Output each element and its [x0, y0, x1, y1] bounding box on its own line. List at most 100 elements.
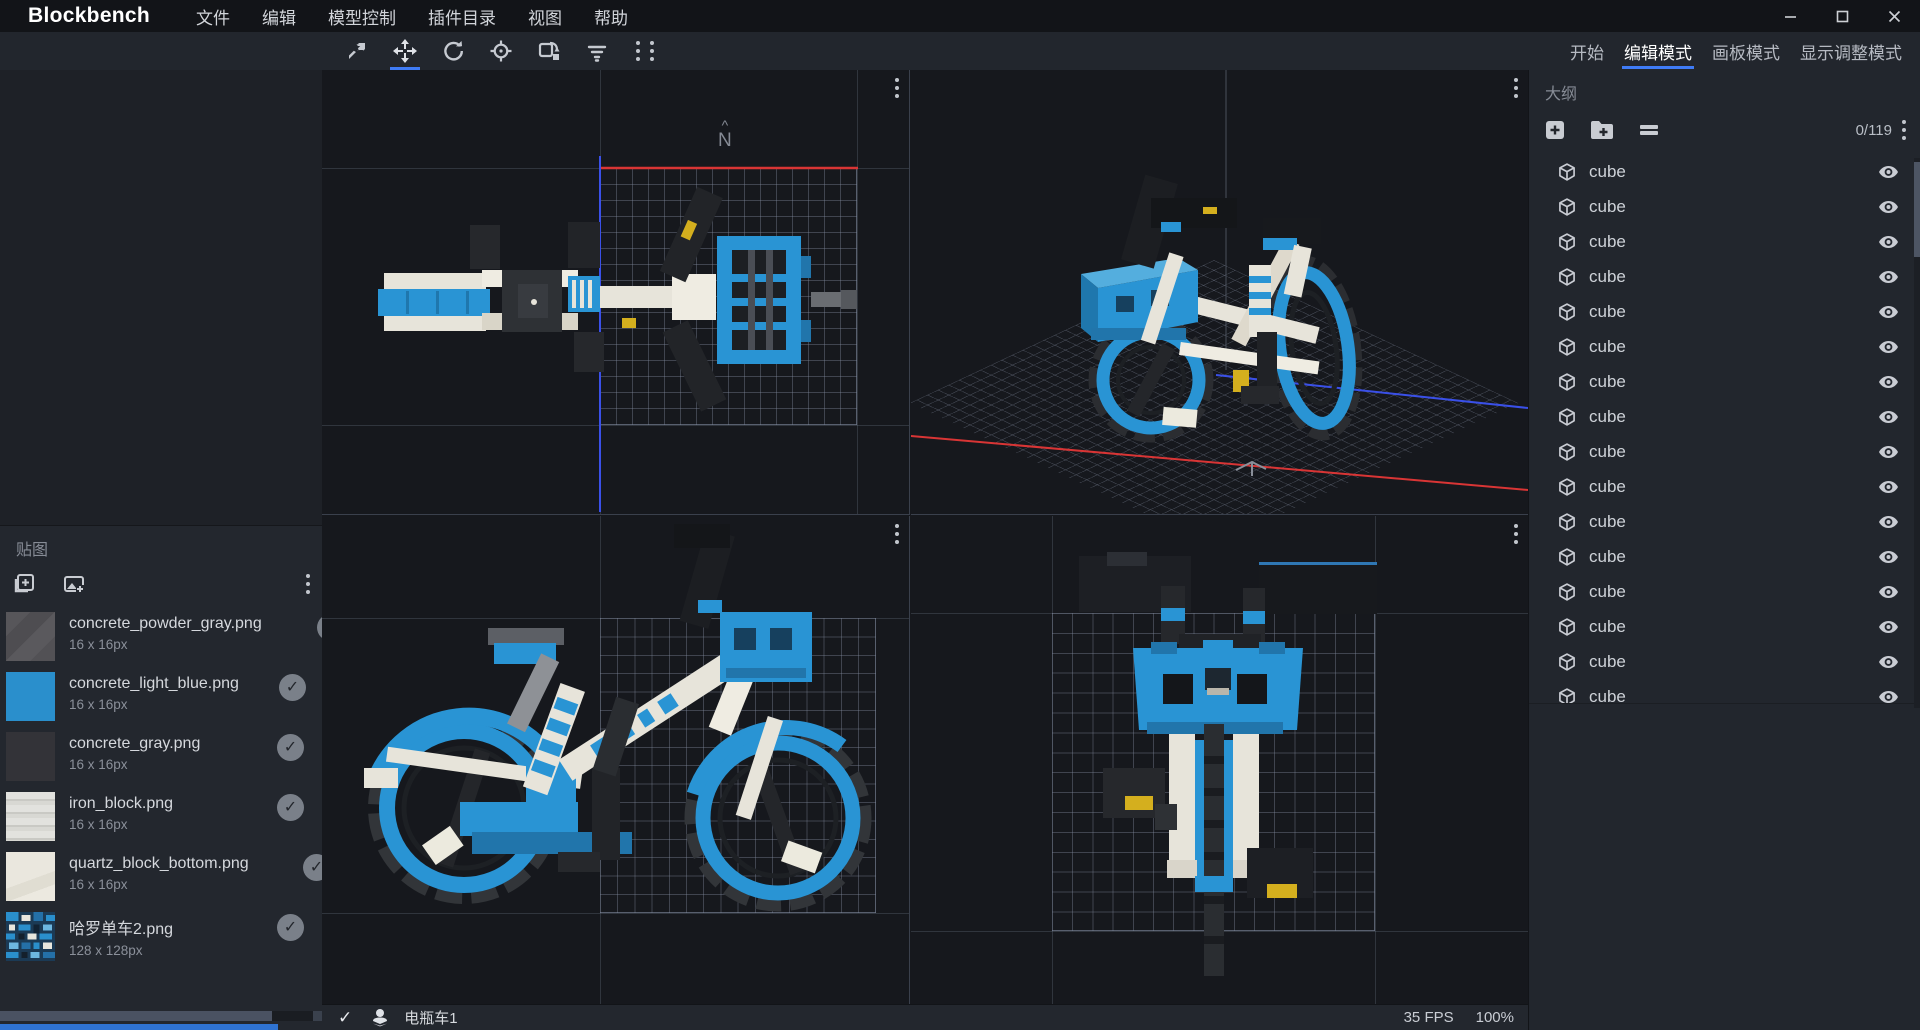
visibility-eye-icon[interactable] — [1879, 655, 1898, 669]
pivot-tool-button[interactable] — [484, 32, 518, 70]
filter-tool-button[interactable] — [580, 32, 614, 70]
visibility-eye-icon[interactable] — [1879, 690, 1898, 704]
texture-enabled-check[interactable]: ✓ — [277, 734, 304, 761]
texture-row[interactable]: concrete_gray.png 16 x 16px ✓ — [0, 726, 322, 786]
visibility-eye-icon[interactable] — [1879, 515, 1898, 529]
tab-display-mode[interactable]: 显示调整模式 — [1790, 32, 1912, 70]
close-button[interactable] — [1868, 0, 1920, 32]
texture-enabled-check[interactable]: ✓ — [277, 794, 304, 821]
outliner-row[interactable]: cube — [1529, 329, 1920, 364]
viewport-menu-dots[interactable] — [1514, 524, 1518, 544]
menu-plugins[interactable]: 插件目录 — [412, 1, 512, 32]
visibility-eye-icon[interactable] — [1879, 235, 1898, 249]
visibility-eye-icon[interactable] — [1879, 410, 1898, 424]
add-group-button[interactable] — [1589, 118, 1615, 142]
texture-row[interactable]: concrete_light_blue.png 16 x 16px ✓ — [0, 666, 322, 726]
texture-row[interactable]: concrete_powder_gray.png 16 x 16px ✓ — [0, 606, 322, 666]
menu-help[interactable]: 帮助 — [578, 1, 644, 32]
outliner-row[interactable]: cube — [1529, 364, 1920, 399]
perspective-render — [911, 70, 1528, 515]
outliner-row[interactable]: cube — [1529, 539, 1920, 574]
drag-handle-icon — [650, 41, 654, 61]
visibility-eye-icon[interactable] — [1879, 200, 1898, 214]
tab-edit-mode[interactable]: 编辑模式 — [1614, 32, 1702, 70]
outliner-row[interactable]: cube — [1529, 644, 1920, 679]
validation-check-icon[interactable]: ✓ — [338, 1008, 352, 1028]
create-texture-button[interactable] — [62, 572, 86, 596]
move-tool-button[interactable] — [388, 32, 422, 70]
import-texture-button[interactable] — [12, 572, 36, 596]
viewport-menu-dots[interactable] — [1514, 78, 1518, 98]
outliner-row[interactable]: cube — [1529, 224, 1920, 259]
add-cube-button[interactable] — [1543, 118, 1567, 142]
texture-enabled-check[interactable]: ✓ — [277, 914, 304, 941]
maximize-button[interactable] — [1816, 0, 1868, 32]
visibility-eye-icon[interactable] — [1879, 480, 1898, 494]
status-bar: ✓ 电瓶车1 35 FPS 100% — [322, 1004, 1528, 1030]
outliner-row[interactable]: cube — [1529, 609, 1920, 644]
menu-edit[interactable]: 编辑 — [246, 1, 312, 32]
texture-row[interactable]: iron_block.png 16 x 16px ✓ — [0, 786, 322, 846]
outliner-row[interactable]: cube — [1529, 189, 1920, 224]
outliner-row[interactable]: cube — [1529, 294, 1920, 329]
panel-resize-handle[interactable] — [0, 1024, 278, 1030]
cube-label: cube — [1589, 162, 1626, 182]
tab-start[interactable]: 开始 — [1560, 32, 1614, 70]
visibility-eye-icon[interactable] — [1879, 305, 1898, 319]
textures-horizontal-scrollbar[interactable] — [0, 1011, 322, 1021]
rotate-tool-button[interactable] — [436, 32, 470, 70]
outliner-row[interactable]: cube — [1529, 434, 1920, 469]
project-name[interactable]: 电瓶车1 — [404, 1007, 457, 1028]
menu-transform[interactable]: 模型控制 — [312, 1, 412, 32]
format-figure-icon[interactable] — [370, 1008, 390, 1028]
outliner-menu-dots[interactable] — [1902, 120, 1906, 140]
visibility-eye-icon[interactable] — [1879, 445, 1898, 459]
outliner-row[interactable]: cube — [1529, 679, 1920, 704]
viewport-perspective[interactable] — [911, 70, 1528, 515]
texture-row[interactable]: quartz_block_bottom.png 16 x 16px ✓ — [0, 846, 322, 906]
visibility-eye-icon[interactable] — [1879, 550, 1898, 564]
vertex-snap-tool-button[interactable] — [532, 32, 566, 70]
cube-label: cube — [1589, 197, 1626, 217]
cube-label: cube — [1589, 582, 1626, 602]
texture-thumbnail — [6, 612, 55, 661]
outliner-row[interactable]: cube — [1529, 574, 1920, 609]
toggle-list-button[interactable] — [1637, 118, 1661, 142]
visibility-eye-icon[interactable] — [1879, 620, 1898, 634]
menu-view[interactable]: 视图 — [512, 1, 578, 32]
mode-tabs: 开始 编辑模式 画板模式 显示调整模式 — [1560, 32, 1912, 70]
viewport-side-view[interactable] — [322, 516, 910, 1004]
outliner-row[interactable]: cube — [1529, 504, 1920, 539]
fps-indicator: 35 FPS — [1404, 1009, 1454, 1026]
texture-row[interactable]: 哈罗单车2.png 128 x 128px ✓ — [0, 906, 322, 966]
top-view-render — [322, 70, 910, 515]
toolbar-drag-handles[interactable] — [636, 41, 654, 61]
visibility-eye-icon[interactable] — [1879, 375, 1898, 389]
front-view-render — [911, 516, 1528, 1004]
app-logo: Blockbench — [28, 4, 150, 28]
minimize-button[interactable] — [1764, 0, 1816, 32]
viewport-menu-dots[interactable] — [895, 78, 899, 98]
drag-handle-icon — [636, 41, 640, 61]
resize-tool-button[interactable] — [340, 32, 374, 70]
texture-enabled-check[interactable]: ✓ — [279, 674, 306, 701]
viewport-menu-dots[interactable] — [895, 524, 899, 544]
viewport-top-view[interactable]: ^ N — [322, 70, 910, 515]
visibility-eye-icon[interactable] — [1879, 340, 1898, 354]
visibility-eye-icon[interactable] — [1879, 270, 1898, 284]
visibility-eye-icon[interactable] — [1879, 165, 1898, 179]
outliner-row[interactable]: cube — [1529, 469, 1920, 504]
tab-paint-mode[interactable]: 画板模式 — [1702, 32, 1790, 70]
texture-size: 128 x 128px — [69, 943, 322, 958]
outliner-row[interactable]: cube — [1529, 154, 1920, 189]
outliner-scrollbar[interactable] — [1914, 158, 1920, 708]
outliner-row[interactable]: cube — [1529, 399, 1920, 434]
outliner-row[interactable]: cube — [1529, 259, 1920, 294]
cube-icon — [1557, 547, 1577, 567]
visibility-eye-icon[interactable] — [1879, 585, 1898, 599]
viewport-front-view[interactable] — [911, 516, 1528, 1004]
cube-label: cube — [1589, 302, 1626, 322]
menu-file[interactable]: 文件 — [180, 1, 246, 32]
textures-menu-dots[interactable] — [306, 574, 310, 594]
texture-list: concrete_powder_gray.png 16 x 16px ✓ con… — [0, 606, 322, 966]
